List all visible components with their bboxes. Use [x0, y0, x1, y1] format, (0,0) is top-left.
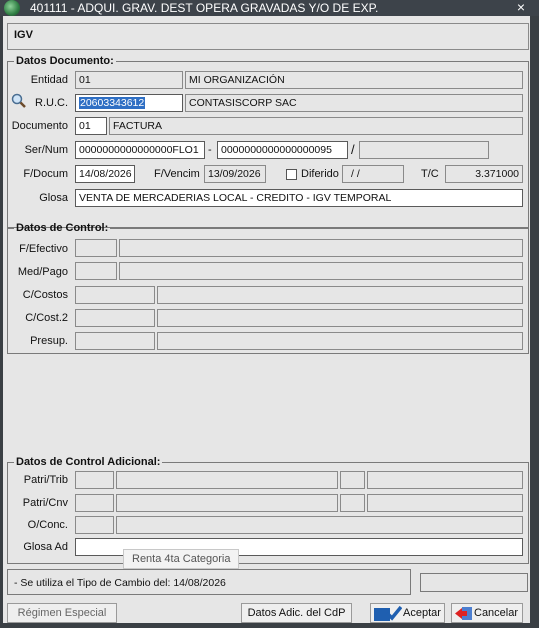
aceptar-label: Aceptar — [403, 607, 441, 619]
presup-desc-field — [157, 332, 523, 350]
oconc-desc-field — [116, 516, 523, 534]
sernum-slash: / — [351, 142, 355, 157]
datos-documento-legend: Datos Documento: — [16, 55, 114, 67]
oconc-label: O/Conc. — [27, 519, 68, 531]
fefectivo-code-field[interactable] — [75, 239, 117, 257]
oconc-code-field[interactable] — [75, 516, 114, 534]
ccostos-label: C/Costos — [22, 289, 68, 301]
fvencim-field[interactable]: 13/09/2026 — [204, 165, 266, 183]
dialog-window: IGV Datos Documento: Entidad 01 MI ORGAN… — [0, 16, 533, 623]
ruc-name-field: CONTASISCORP SAC — [185, 94, 523, 112]
sernum-label: Ser/Num — [24, 144, 68, 156]
presup-code-field[interactable] — [75, 332, 155, 350]
datos-control-legend: Datos de Control: — [16, 222, 109, 234]
glosaad-label: Glosa Ad — [23, 541, 68, 553]
close-icon[interactable]: × — [517, 0, 525, 15]
status-extra-field — [420, 573, 528, 592]
fefectivo-desc-field — [119, 239, 523, 257]
accept-icon — [374, 605, 403, 628]
medpago-code-field[interactable] — [75, 262, 117, 280]
ruc-input[interactable]: 20603343612 — [75, 94, 183, 112]
title-bar[interactable]: 401111 - ADQUI. GRAV. DEST OPERA GRAVADA… — [0, 0, 539, 16]
search-icon[interactable] — [11, 93, 26, 108]
entidad-code-field[interactable]: 01 — [75, 71, 183, 89]
patricnv-desc2-field — [367, 494, 523, 512]
glosa-label: Glosa — [39, 192, 68, 204]
tooltip: Renta 4ta Categoria — [123, 549, 240, 569]
aceptar-button[interactable]: Aceptar — [370, 603, 445, 623]
datos-adic-cdp-button[interactable]: Datos Adic. del CdP — [241, 603, 352, 623]
patricnv-label: Patri/Cnv — [22, 497, 68, 509]
cancel-icon — [455, 606, 473, 627]
tc-label: T/C — [421, 168, 439, 180]
medpago-label: Med/Pago — [17, 266, 68, 278]
fefectivo-label: F/Efectivo — [19, 243, 68, 255]
fdocum-input[interactable]: 14/08/2026 — [75, 165, 135, 183]
patricnv-desc-field — [116, 494, 338, 512]
ccostos-desc-field — [157, 286, 523, 304]
ruc-value: 20603343612 — [79, 97, 146, 109]
documento-label: Documento — [11, 120, 68, 132]
datos-control-adicional-legend: Datos de Control Adicional: — [16, 456, 161, 468]
ccost2-desc-field — [157, 309, 523, 327]
fdocum-label: F/Docum — [23, 168, 68, 180]
numero-input[interactable]: 0000000000000000095 — [217, 141, 348, 159]
presup-label: Presup. — [30, 335, 68, 347]
diferido-label: Diferido — [301, 168, 339, 180]
patricnv-code-field[interactable] — [75, 494, 114, 512]
patritrib-code-field[interactable] — [75, 471, 114, 489]
entidad-label: Entidad — [30, 74, 68, 86]
cancelar-label: Cancelar — [474, 607, 519, 619]
section-header-label: IGV — [14, 29, 33, 41]
ruc-label: R.U.C. — [35, 97, 68, 109]
ccost2-label: C/Cost.2 — [25, 312, 68, 324]
regimen-especial-button[interactable]: Régimen Especial — [7, 603, 117, 623]
tc-field: 3.371000 — [445, 165, 523, 183]
section-header: IGV — [7, 23, 529, 50]
sernum-dash: - — [208, 144, 212, 156]
window-title: 401111 - ADQUI. GRAV. DEST OPERA GRAVADA… — [30, 1, 379, 15]
medpago-desc-field — [119, 262, 523, 280]
fvencim-label: F/Vencim — [154, 168, 200, 180]
status-message: - Se utiliza el Tipo de Cambio del: 14/0… — [7, 569, 411, 595]
serie-input[interactable]: 0000000000000000FLO1 — [75, 141, 205, 159]
diferido-date-field[interactable]: / / — [342, 165, 404, 183]
patritrib-desc2-field — [367, 471, 523, 489]
ccost2-code-field[interactable] — [75, 309, 155, 327]
patricnv-code2-field[interactable] — [340, 494, 365, 512]
diferido-checkbox[interactable] — [286, 169, 297, 180]
cancelar-button[interactable]: Cancelar — [451, 603, 523, 623]
documento-code-input[interactable]: 01 — [75, 117, 107, 135]
patritrib-desc-field — [116, 471, 338, 489]
ccostos-code-field[interactable] — [75, 286, 155, 304]
app-icon — [4, 0, 20, 16]
sernum-extra-field[interactable] — [359, 141, 489, 159]
patritrib-label: Patri/Trib — [23, 474, 68, 486]
patritrib-code2-field[interactable] — [340, 471, 365, 489]
glosa-input[interactable]: VENTA DE MERCADERIAS LOCAL - CREDITO - I… — [75, 189, 523, 207]
documento-name-field: FACTURA — [109, 117, 523, 135]
entidad-name-field: MI ORGANIZACIÓN — [185, 71, 523, 89]
